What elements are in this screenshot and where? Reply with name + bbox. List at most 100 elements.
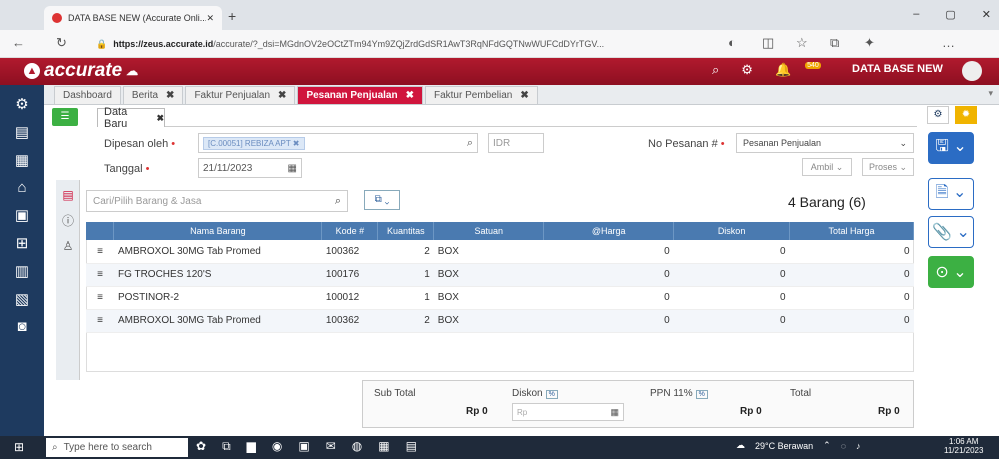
drag-handle-icon[interactable]: ≡ xyxy=(86,240,114,264)
calculator-icon[interactable]: ▦ xyxy=(610,407,619,418)
document-icon[interactable]: ▤ xyxy=(56,188,80,202)
edge-icon[interactable]: ◉ xyxy=(272,439,282,454)
dashboard-module-icon[interactable]: ◙ xyxy=(12,318,32,335)
info-icon[interactable]: ⓘ xyxy=(56,212,80,229)
close-tab-icon[interactable]: ✖ xyxy=(278,90,286,101)
asset-module-icon[interactable]: ▧ xyxy=(12,290,32,308)
discount-label: Diskon% xyxy=(512,388,558,399)
search-icon[interactable]: ⌕ xyxy=(712,62,719,78)
tab-dashboard[interactable]: Dashboard xyxy=(54,86,121,104)
subtab-data-baru[interactable]: Data Baru ✖ xyxy=(97,106,165,130)
close-subtab-icon[interactable]: ✖ xyxy=(156,113,164,124)
windows-start-icon[interactable]: ⊞ xyxy=(14,440,24,454)
chrome-icon[interactable]: ◍ xyxy=(352,439,362,454)
col-unit[interactable]: Satuan xyxy=(433,222,545,240)
store-icon[interactable]: ▣ xyxy=(298,439,309,454)
table-row[interactable]: ≡ POSTINOR-2 100012 1 BOX 0 0 0 xyxy=(86,286,914,310)
user-icon[interactable]: ♙ xyxy=(56,239,80,253)
copy-dropdown-button[interactable]: ⧉ ⌄ xyxy=(364,190,400,210)
url-text: /accurate/?_dsi=MGdnOV2eOCtZTm94Ym9ZQjZr… xyxy=(213,39,605,49)
drag-handle-icon[interactable]: ≡ xyxy=(86,309,114,333)
tab-faktur-pembelian[interactable]: Faktur Pembelian ✖ xyxy=(424,86,538,104)
settings-module-icon[interactable]: ⚙ xyxy=(12,95,32,113)
search-icon[interactable]: ⌕ xyxy=(335,195,341,208)
avatar[interactable] xyxy=(962,61,982,81)
word-icon[interactable]: ▤ xyxy=(406,439,417,454)
excel-icon[interactable]: ▦ xyxy=(378,439,389,454)
drag-handle-icon[interactable]: ≡ xyxy=(86,286,114,310)
extensions-icon[interactable]: ✦ xyxy=(864,35,875,51)
new-tab-button[interactable]: + xyxy=(228,8,236,24)
maximize-button[interactable]: ▢ xyxy=(945,8,955,21)
browser-tab[interactable]: DATA BASE NEW (Accurate Onli... ✕ xyxy=(44,6,222,30)
drag-handle-icon[interactable]: ≡ xyxy=(86,263,114,287)
item-search-input[interactable]: Cari/Pilih Barang & Jasa ⌕ xyxy=(86,190,348,212)
col-qty[interactable]: Kuantitas xyxy=(377,222,435,240)
tabs-overflow-icon[interactable]: ▾ xyxy=(988,88,993,99)
close-tab-icon[interactable]: ✕ xyxy=(206,13,214,24)
volume-icon[interactable]: ♪ xyxy=(856,441,861,451)
save-button[interactable]: 🖫 ⌄ xyxy=(928,132,974,164)
refresh-icon[interactable]: ↻ xyxy=(56,35,67,51)
col-discount[interactable]: Diskon xyxy=(673,222,791,240)
minimize-button[interactable]: – xyxy=(913,8,919,21)
database-name[interactable]: DATA BASE NEW xyxy=(852,63,943,75)
col-name[interactable]: Nama Barang xyxy=(113,222,323,240)
more-options-button[interactable]: ⊙ ⌄ xyxy=(928,256,974,288)
table-row[interactable]: ≡ AMBROXOL 30MG Tab Promed 100362 2 BOX 0 0 0 xyxy=(86,309,914,333)
close-tab-icon[interactable]: ✖ xyxy=(520,90,528,101)
percent-toggle[interactable]: % xyxy=(545,390,558,399)
accounting-module-icon[interactable]: ▤ xyxy=(12,123,32,141)
calculator-module-icon[interactable]: ▦ xyxy=(12,151,32,169)
mail-icon[interactable]: ✉ xyxy=(326,439,336,454)
favorites-icon[interactable]: ☆ xyxy=(796,35,808,51)
discount-input[interactable]: Rp ▦ xyxy=(512,403,624,421)
inventory-module-icon[interactable]: ⊞ xyxy=(12,234,32,252)
settings-icon[interactable]: ⚙ xyxy=(741,62,753,78)
col-total[interactable]: Total Harga xyxy=(789,222,914,240)
tab-pesanan-penjualan[interactable]: Pesanan Penjualan ✖ xyxy=(297,86,423,104)
tab-berita[interactable]: Berita ✖ xyxy=(122,86,184,104)
percent-toggle[interactable]: % xyxy=(695,390,708,399)
network-icon[interactable]: ◌ xyxy=(841,441,846,451)
widget-icon[interactable]: ✿ xyxy=(196,439,206,454)
table-row[interactable]: ≡ AMBROXOL 30MG Tab Promed 100362 2 BOX 0 0 0 xyxy=(86,240,914,264)
taskbar-search[interactable]: ⌕ Type here to search xyxy=(46,438,188,457)
more-icon[interactable]: … xyxy=(942,35,955,50)
attachment-button[interactable]: 📎 ⌄ xyxy=(928,216,974,248)
close-window-button[interactable]: ✕ xyxy=(982,8,991,21)
ambil-button[interactable]: Ambil ⌄ xyxy=(802,158,852,176)
back-icon[interactable]: ← xyxy=(12,35,25,50)
tab-faktur-penjualan[interactable]: Faktur Penjualan ✖ xyxy=(185,86,296,104)
taskbar-clock[interactable]: 1:06 AM 11/21/2023 xyxy=(944,437,983,455)
file-explorer-icon[interactable]: ▆ xyxy=(247,439,256,454)
weather-text[interactable]: 29°C Berawan xyxy=(755,441,813,451)
table-row[interactable]: ≡ FG TROCHES 120'S 100176 1 BOX 0 0 0 xyxy=(86,263,914,287)
search-icon[interactable]: ⌕ xyxy=(467,137,473,150)
close-tab-icon[interactable]: ✖ xyxy=(406,90,414,101)
order-no-select[interactable]: Pesanan Penjualan ⌄ xyxy=(736,133,914,153)
collections-icon[interactable]: ⧉ xyxy=(830,35,839,51)
col-price[interactable]: @Harga xyxy=(543,222,675,240)
proses-button[interactable]: Proses ⌄ xyxy=(862,158,914,176)
tracking-icon[interactable]: ◐ xyxy=(728,35,736,50)
sales-module-icon[interactable]: ⌂ xyxy=(12,179,32,196)
purchase-module-icon[interactable]: ▣ xyxy=(12,206,32,224)
list-toggle-button[interactable]: ☰ xyxy=(52,108,78,126)
split-screen-icon[interactable]: ◫ xyxy=(762,35,774,51)
lightbulb-icon[interactable]: ✹ xyxy=(955,106,977,124)
date-field[interactable]: 21/11/2023 ▦ xyxy=(198,158,302,178)
bell-icon[interactable]: 🔔 xyxy=(775,62,791,78)
report-module-icon[interactable]: ▥ xyxy=(12,262,32,280)
col-code[interactable]: Kode # xyxy=(321,222,379,240)
ordered-by-field[interactable]: [C.00051] REBIZA APT ✖ ⌕ xyxy=(198,133,478,153)
close-tab-icon[interactable]: ✖ xyxy=(166,90,174,101)
gear-icon[interactable]: ⚙ xyxy=(927,106,949,124)
url-field[interactable]: 🔒 https://zeus.accurate.id /accurate/?_d… xyxy=(96,34,656,54)
tray-chevron-icon[interactable]: ⌃ xyxy=(823,440,831,451)
calendar-icon[interactable]: ▦ xyxy=(288,163,297,174)
totals-panel xyxy=(362,380,914,428)
customer-chip[interactable]: [C.00051] REBIZA APT ✖ xyxy=(203,136,305,150)
task-view-icon[interactable]: ⧉ xyxy=(222,439,231,454)
print-button[interactable]: 🗎 ⌄ xyxy=(928,178,974,210)
